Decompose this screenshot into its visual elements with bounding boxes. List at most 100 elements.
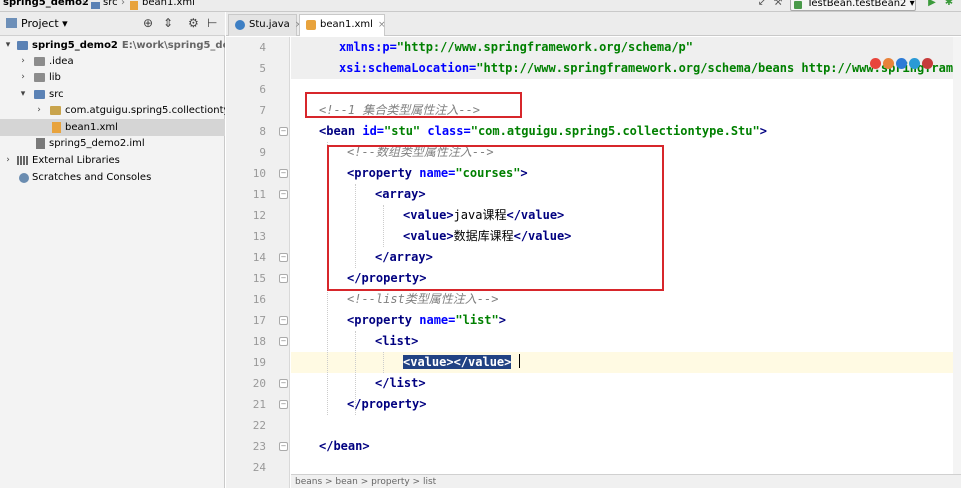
code-line-4: xmlns:p="http://www.springframework.org/…	[339, 40, 694, 54]
tree-item-scratches[interactable]: Scratches and Consoles	[0, 169, 225, 186]
code-line-8: <bean id="stu" class="com.atguigu.spring…	[319, 124, 767, 138]
tree-item-package[interactable]: › com.atguigu.spring5.collectiontype	[0, 102, 225, 119]
ie-icon[interactable]	[909, 58, 920, 69]
gear-icon[interactable]: ⚙	[188, 16, 199, 30]
tree-item-label: spring5_demo2.iml	[49, 138, 145, 149]
line-number: 8	[259, 125, 266, 138]
project-panel-header: Project ▾ ⊕ ⇕ ⚙ ⊢	[0, 12, 225, 36]
xml-path-breadcrumb: beans > bean > property > list	[291, 474, 961, 488]
code-line-5: xsi:schemaLocation="http://www.springfra…	[339, 61, 961, 75]
xml-file-icon	[306, 20, 316, 30]
code-line-17: <property name="list">	[347, 313, 506, 327]
chrome-icon[interactable]	[870, 58, 881, 69]
code-line-21: </property>	[347, 397, 427, 411]
edge-icon[interactable]	[896, 58, 907, 69]
chevron-right-icon[interactable]: ›	[18, 69, 28, 86]
firefox-icon[interactable]	[883, 58, 894, 69]
tab-label: Stu.java	[249, 19, 290, 30]
code-line-16: <!--list类型属性注入-->	[347, 292, 499, 306]
tab-stu-java[interactable]: Stu.java×	[228, 14, 302, 36]
hammer-icon[interactable]: ⚒	[773, 0, 783, 8]
code-line-23: </bean>	[319, 439, 370, 453]
back-arrow-icon[interactable]: ↙	[757, 0, 767, 8]
tree-item-src[interactable]: ▾ src	[0, 86, 225, 103]
chevron-down-icon[interactable]: ▾	[18, 86, 28, 103]
fold-collapse-icon[interactable]: −	[279, 127, 288, 136]
scratch-icon	[19, 173, 29, 183]
run-configuration-label: TestBean.testBean2	[807, 0, 907, 9]
xml-file-icon	[52, 122, 61, 133]
line-number: 5	[259, 62, 266, 75]
current-line-highlight	[291, 352, 961, 373]
iml-file-icon	[36, 138, 45, 149]
breadcrumb-src[interactable]: src	[91, 0, 118, 9]
breadcrumb-separator-icon: ›	[82, 0, 86, 8]
fold-end-icon[interactable]: −	[279, 400, 288, 409]
tree-item-bean1-xml[interactable]: bean1.xml	[0, 119, 225, 136]
tree-item-label: spring5_demo2E:\work\spring5_demo2	[32, 37, 225, 54]
tree-item-label: src	[49, 89, 64, 100]
breadcrumb-project[interactable]: spring5_demo2	[3, 0, 89, 8]
java-class-icon	[235, 20, 245, 30]
collapse-all-icon[interactable]: ⇕	[163, 16, 173, 30]
line-number: 19	[252, 356, 266, 369]
navigation-bar: spring5_demo2 › src › bean1.xml ↙ ⚒ Test…	[0, 0, 961, 12]
line-number: 17	[252, 314, 266, 327]
folder-icon	[34, 57, 45, 66]
editor-tab-bar: Stu.java× bean1.xml ×	[226, 12, 961, 36]
chevron-right-icon[interactable]: ›	[34, 102, 44, 119]
tab-label: bean1.xml	[320, 19, 373, 30]
tree-item-path: E:\work\spring5_demo2	[121, 40, 225, 51]
editor-scrollbar[interactable]	[953, 37, 961, 474]
line-number: 13	[252, 230, 266, 243]
fold-end-icon[interactable]: −	[279, 253, 288, 262]
hide-panel-icon[interactable]: ⊢	[207, 16, 217, 30]
breadcrumb-src-label: src	[103, 0, 118, 8]
breadcrumb-separator-icon: ›	[121, 0, 125, 8]
fold-end-icon[interactable]: −	[279, 274, 288, 283]
annotation-box-array	[327, 145, 664, 291]
code-editor[interactable]: xmlns:p="http://www.springframework.org/…	[291, 37, 961, 474]
breadcrumb-file[interactable]: bean1.xml	[130, 0, 195, 10]
code-line-20: </list>	[375, 376, 426, 390]
code-line-18: <list>	[375, 334, 419, 348]
tree-item-label: External Libraries	[32, 155, 120, 166]
tab-bean1-xml[interactable]: bean1.xml ×	[299, 14, 386, 36]
chevron-down-icon[interactable]: ▾	[3, 37, 13, 54]
tree-item-iml[interactable]: spring5_demo2.iml	[0, 135, 225, 152]
tree-item-lib[interactable]: › lib	[0, 69, 225, 86]
close-icon[interactable]: ×	[378, 20, 386, 30]
line-number: 24	[252, 461, 266, 474]
tree-item-external-libraries[interactable]: › External Libraries	[0, 152, 225, 169]
folder-icon	[34, 73, 45, 82]
opera-icon[interactable]	[922, 58, 933, 69]
locate-file-icon[interactable]: ⊕	[143, 16, 153, 30]
fold-collapse-icon[interactable]: −	[279, 316, 288, 325]
run-configuration-select[interactable]: TestBean.testBean2 ▾	[790, 0, 916, 11]
tree-item-label: lib	[49, 72, 61, 83]
breadcrumb-file-label: bean1.xml	[142, 0, 195, 8]
tree-item-project-root[interactable]: ▾ spring5_demo2E:\work\spring5_demo2	[0, 37, 225, 54]
project-view-selector[interactable]: Project ▾	[6, 17, 68, 30]
fold-end-icon[interactable]: −	[279, 379, 288, 388]
package-icon	[50, 106, 61, 115]
folder-icon	[34, 90, 45, 99]
run-icon[interactable]: ▶	[927, 0, 937, 8]
fold-collapse-icon[interactable]: −	[279, 337, 288, 346]
project-icon	[6, 18, 17, 28]
chevron-right-icon[interactable]: ›	[3, 152, 13, 169]
tree-item-idea[interactable]: › .idea	[0, 53, 225, 70]
fold-collapse-icon[interactable]: −	[279, 169, 288, 178]
line-number: 12	[252, 209, 266, 222]
chevron-right-icon[interactable]: ›	[18, 53, 28, 70]
junit-icon	[794, 1, 802, 9]
indent-guide	[383, 352, 384, 373]
line-number: 7	[259, 104, 266, 117]
line-number: 11	[252, 188, 266, 201]
library-icon	[17, 156, 28, 165]
fold-collapse-icon[interactable]: −	[279, 190, 288, 199]
debug-icon[interactable]: ✱	[944, 0, 954, 8]
line-number: 18	[252, 335, 266, 348]
fold-end-icon[interactable]: −	[279, 442, 288, 451]
editor-gutter[interactable]: 4 5 6 7 8 9 10 11 12 13 14 15 16 17 18 1…	[226, 37, 290, 488]
